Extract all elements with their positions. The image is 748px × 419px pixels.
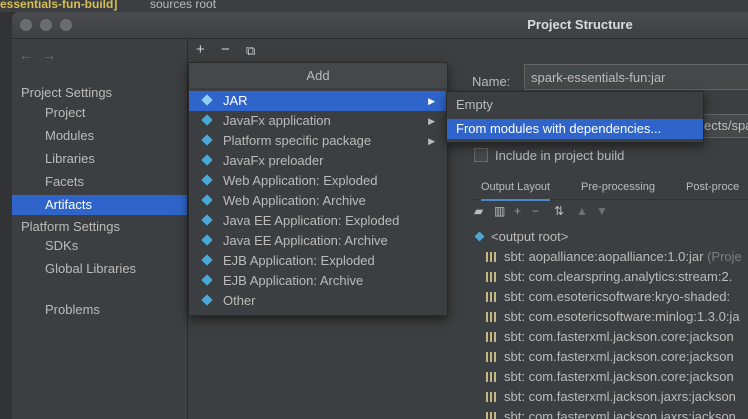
package-icon xyxy=(201,134,213,146)
artifact-name-input[interactable] xyxy=(524,64,748,90)
background-sources-root: sources root xyxy=(150,0,217,11)
tab-pre-processing[interactable]: Pre-processing xyxy=(581,175,655,199)
checkbox-icon[interactable] xyxy=(474,148,488,162)
library-jar-icon xyxy=(486,372,498,382)
menu-item-javafx-application[interactable]: JavaFx application ▶ xyxy=(189,111,447,131)
list-item[interactable]: sbt: com.esotericsoftware:minlog:1.3.0:j… xyxy=(486,307,740,327)
submenu-item-from-modules[interactable]: From modules with dependencies... xyxy=(447,119,703,139)
web-app-icon xyxy=(201,194,213,206)
menu-item-javaee-archive[interactable]: Java EE Application: Archive xyxy=(189,231,447,251)
list-item[interactable]: sbt: com.fasterxml.jackson.jaxrs:jackson xyxy=(486,387,736,407)
list-item[interactable]: sbt: com.fasterxml.jackson.core:jackson xyxy=(486,327,734,347)
ejb-icon xyxy=(201,274,213,286)
list-item[interactable]: sbt: com.clearspring.analytics:stream:2. xyxy=(486,267,732,287)
submenu-arrow-icon: ▶ xyxy=(428,96,435,106)
library-jar-icon xyxy=(486,412,498,419)
output-root-node[interactable]: <output root> xyxy=(472,227,568,247)
settings-sidebar: ← → Project Settings Project Modules Lib… xyxy=(12,39,188,419)
output-directory-field[interactable]: ects/spa xyxy=(699,114,748,138)
web-app-icon xyxy=(201,174,213,186)
tab-output-layout[interactable]: Output Layout xyxy=(481,175,551,201)
menu-item-platform-specific-package[interactable]: Platform specific package ▶ xyxy=(189,131,447,151)
menu-item-web-app-exploded[interactable]: Web Application: Exploded xyxy=(189,171,447,191)
output-root-icon xyxy=(474,231,485,242)
sidebar-item-artifacts[interactable]: Artifacts xyxy=(12,195,187,215)
remove-artifact-button[interactable]: − xyxy=(221,41,230,58)
library-jar-icon xyxy=(486,272,498,282)
menu-item-web-app-archive[interactable]: Web Application: Archive xyxy=(189,191,447,211)
background-file-tab: essentials-fun-build] xyxy=(0,0,118,11)
submenu-arrow-icon: ▶ xyxy=(428,116,435,126)
menu-item-ejb-archive[interactable]: EJB Application: Archive xyxy=(189,271,447,291)
artifact-tabs: Output Layout Pre-processing Post-proce xyxy=(472,175,748,201)
list-item[interactable]: sbt: com.fasterxml.jackson.jaxrs:jackson xyxy=(486,407,736,419)
dialog-title: Project Structure xyxy=(527,17,633,32)
project-settings-header: Project Settings xyxy=(21,85,113,100)
sidebar-item-facets[interactable]: Facets xyxy=(12,172,187,192)
library-jar-icon xyxy=(486,392,498,402)
sidebar-item-modules[interactable]: Modules xyxy=(12,126,187,146)
ide-background-left xyxy=(0,12,12,419)
move-up-icon[interactable]: ▲ xyxy=(576,204,588,218)
forward-arrow-icon[interactable]: → xyxy=(42,47,56,63)
name-label: Name: xyxy=(472,74,511,89)
submenu-item-empty[interactable]: Empty xyxy=(447,95,703,115)
platform-settings-header: Platform Settings xyxy=(21,219,120,234)
submenu-arrow-icon: ▶ xyxy=(428,136,435,146)
menu-item-javaee-exploded[interactable]: Java EE Application: Exploded xyxy=(189,211,447,231)
javafx-icon xyxy=(201,114,213,126)
title-bar: Project Structure xyxy=(12,12,748,39)
sidebar-item-libraries[interactable]: Libraries xyxy=(12,149,187,169)
jar-submenu: Empty From modules with dependencies... xyxy=(446,91,704,143)
back-arrow-icon[interactable]: ← xyxy=(19,47,33,63)
move-down-icon[interactable]: ▼ xyxy=(596,204,608,218)
jar-icon xyxy=(201,94,213,106)
javafx-icon xyxy=(201,154,213,166)
library-jar-icon xyxy=(486,332,498,342)
include-in-build-label: Include in project build xyxy=(495,148,625,163)
menu-item-javafx-preloader[interactable]: JavaFx preloader xyxy=(189,151,447,171)
sidebar-item-problems[interactable]: Problems xyxy=(12,300,187,320)
ide-background-tabbar: essentials-fun-build] sources root xyxy=(0,0,748,12)
javaee-icon xyxy=(201,214,213,226)
library-jar-icon xyxy=(486,292,498,302)
menu-item-ejb-exploded[interactable]: EJB Application: Exploded xyxy=(189,251,447,271)
tab-post-processing[interactable]: Post-proce xyxy=(686,175,739,199)
remove-element-icon[interactable]: − xyxy=(532,204,539,218)
add-artifact-button[interactable]: + xyxy=(196,41,205,58)
other-icon xyxy=(201,294,213,306)
sort-icon[interactable]: ⇅ xyxy=(554,204,564,218)
library-jar-icon xyxy=(486,252,498,262)
output-layout-tree: <output root> sbt: aopalliance:aopallian… xyxy=(472,227,748,419)
menu-item-other[interactable]: Other xyxy=(189,291,447,311)
copy-artifact-button[interactable]: ⧉ xyxy=(246,43,255,59)
add-artifact-menu: Add JAR ▶ JavaFx application ▶ Platform sp… xyxy=(188,62,448,316)
add-menu-title: Add xyxy=(189,63,447,88)
list-item[interactable]: sbt: com.esotericsoftware:kryo-shaded: xyxy=(486,287,730,307)
menu-item-jar[interactable]: JAR ▶ xyxy=(189,91,447,111)
library-jar-icon xyxy=(486,352,498,362)
sidebar-item-sdks[interactable]: SDKs xyxy=(12,236,187,256)
list-item[interactable]: sbt: aopalliance:aopalliance:1.0:jar (Pr… xyxy=(486,247,742,267)
list-item[interactable]: sbt: com.fasterxml.jackson.core:jackson xyxy=(486,347,734,367)
library-icon[interactable]: ▥ xyxy=(494,204,505,218)
create-directory-icon[interactable]: ▰ xyxy=(474,204,483,218)
sidebar-item-project[interactable]: Project xyxy=(12,103,187,123)
library-jar-icon xyxy=(486,312,498,322)
javaee-icon xyxy=(201,234,213,246)
list-item[interactable]: sbt: com.fasterxml.jackson.core:jackson xyxy=(486,367,734,387)
include-in-build-checkbox[interactable]: Include in project build xyxy=(474,147,624,165)
sidebar-item-global-libraries[interactable]: Global Libraries xyxy=(12,259,187,279)
ejb-icon xyxy=(201,254,213,266)
add-element-icon[interactable]: + xyxy=(514,204,521,218)
